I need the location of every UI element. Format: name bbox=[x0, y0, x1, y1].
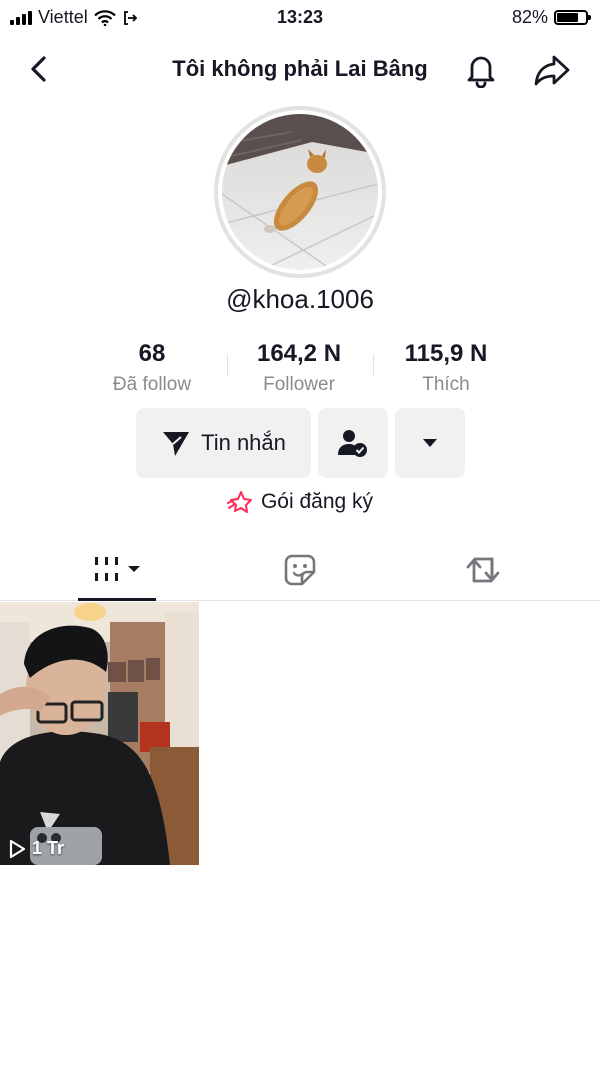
play-icon bbox=[9, 839, 26, 858]
view-count-text: 1 Tr bbox=[32, 838, 65, 858]
status-bar: Viettel 13:23 82% bbox=[0, 0, 600, 36]
bell-icon[interactable] bbox=[462, 50, 500, 88]
content-tabs bbox=[0, 540, 600, 601]
share-icon[interactable] bbox=[532, 50, 572, 90]
message-button[interactable]: Tin nhắn bbox=[136, 408, 311, 478]
tab-reposts[interactable] bbox=[383, 540, 583, 600]
active-tab-indicator bbox=[78, 598, 156, 601]
sticker-icon bbox=[284, 554, 316, 586]
repost-icon bbox=[466, 557, 500, 583]
battery-percent: 82% bbox=[511, 7, 548, 27]
more-options-button[interactable] bbox=[395, 408, 465, 478]
avatar-image bbox=[222, 114, 378, 270]
stat-label: Thích bbox=[422, 374, 470, 395]
stat-followers[interactable]: 164,2 N Follower bbox=[224, 340, 374, 396]
friend-status-button[interactable] bbox=[318, 408, 388, 478]
grid-icon bbox=[95, 557, 140, 581]
user-check-icon bbox=[338, 430, 367, 457]
signal-icon bbox=[10, 10, 32, 25]
vpn-icon bbox=[123, 10, 137, 25]
stat-value: 164,2 N bbox=[256, 340, 342, 367]
subscription-link[interactable]: Gói đăng ký bbox=[0, 490, 600, 514]
send-icon bbox=[163, 432, 190, 456]
stat-label: Follower bbox=[263, 374, 335, 395]
star-icon bbox=[226, 491, 252, 513]
stat-value: 68 bbox=[138, 340, 166, 367]
video-thumbnail-image bbox=[0, 602, 199, 865]
stat-following[interactable]: 68 Đã follow bbox=[77, 340, 227, 396]
stat-value: 115,9 N bbox=[404, 340, 488, 367]
carrier-group: Viettel bbox=[10, 7, 138, 28]
page-title: Tôi không phải Lai Bâng bbox=[172, 56, 428, 81]
dropdown-icon bbox=[423, 439, 437, 447]
stat-likes[interactable]: 115,9 N Thích bbox=[371, 340, 521, 396]
avatar bbox=[222, 114, 378, 270]
message-button-label: Tin nhắn bbox=[201, 430, 286, 455]
tab-favorites[interactable] bbox=[200, 540, 400, 600]
view-count: 1 Tr bbox=[8, 838, 64, 859]
wifi-icon bbox=[93, 9, 116, 26]
profile-stats: 68 Đã follow 164,2 N Follower 115,9 N Th… bbox=[0, 340, 600, 400]
avatar-ring[interactable] bbox=[214, 106, 386, 278]
profile-header: Tôi không phải Lai Bâng bbox=[0, 44, 600, 94]
carrier-name: Viettel bbox=[38, 7, 88, 27]
video-thumbnail[interactable]: 1 Tr bbox=[0, 602, 199, 865]
subscription-label: Gói đăng ký bbox=[260, 490, 374, 513]
tab-videos[interactable] bbox=[18, 540, 218, 600]
battery-group: 82% bbox=[511, 7, 591, 28]
battery-icon bbox=[554, 10, 591, 25]
username: @khoa.1006 bbox=[226, 284, 374, 314]
stat-label: Đã follow bbox=[112, 374, 192, 395]
